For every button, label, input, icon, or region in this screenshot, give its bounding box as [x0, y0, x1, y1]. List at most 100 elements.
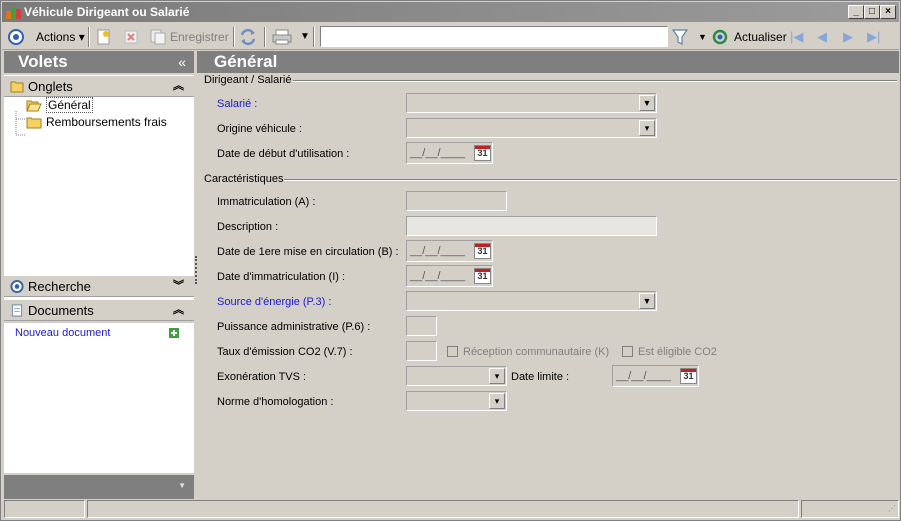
tree-item-label: Général: [46, 97, 93, 113]
status-cell: [87, 500, 799, 518]
last-record-icon[interactable]: ▶|: [867, 29, 880, 45]
resize-grip-icon[interactable]: ⋰: [888, 504, 896, 513]
date-text: __/__/____: [410, 270, 466, 282]
expand-chevron-icon[interactable]: ︾: [173, 276, 184, 297]
onglets-pane-header[interactable]: Onglets ︽: [4, 75, 194, 97]
close-button[interactable]: ×: [880, 5, 896, 19]
save-button[interactable]: Enregistrer: [170, 27, 229, 47]
maximize-button[interactable]: □: [864, 5, 880, 19]
double-chevron-down-icon[interactable]: ▼: [639, 95, 655, 111]
recherche-pane-header[interactable]: Recherche ︾: [4, 275, 194, 297]
date-limite-field[interactable]: __/__/____ 31: [612, 365, 699, 387]
minimize-button[interactable]: _: [848, 5, 864, 19]
description-input[interactable]: [406, 216, 657, 236]
label-immat: Immatriculation (A) :: [217, 196, 316, 208]
chevron-down-icon[interactable]: ▾: [639, 120, 655, 136]
filter-icon[interactable]: [672, 28, 688, 46]
toolbar-separator: [264, 27, 266, 47]
print-dropdown-arrow-icon[interactable]: ▼: [300, 27, 310, 47]
status-cell: [4, 500, 85, 518]
calendar-icon[interactable]: 31: [474, 145, 491, 161]
refresh-button[interactable]: Actualiser: [734, 27, 787, 47]
actions-label: Actions: [36, 30, 76, 44]
section-caracteristiques: Caractéristiques: [204, 173, 284, 185]
documents-area: Nouveau document: [4, 323, 194, 473]
origine-select[interactable]: ▾: [406, 118, 657, 138]
folder-icon: [26, 117, 42, 129]
puissance-input[interactable]: [406, 316, 437, 336]
label-salarie: Salarié :: [217, 98, 258, 110]
sync-icon[interactable]: [240, 28, 256, 46]
collapse-chevron-icon[interactable]: ︽: [173, 76, 184, 97]
section-divider: [293, 80, 897, 82]
calendar-icon[interactable]: 31: [474, 243, 491, 259]
date-text: __/__/____: [410, 245, 466, 257]
add-icon[interactable]: [169, 328, 179, 338]
label-puissance: Puissance administrative (P.6) :: [217, 321, 371, 333]
main-header: Général: [197, 51, 899, 73]
search-circle-icon: [10, 280, 24, 293]
label-taux: Taux d'émission CO2 (V.7) :: [217, 346, 353, 358]
toolbar-separator: [233, 27, 235, 47]
search-input[interactable]: [321, 27, 667, 46]
folder-icon: [10, 81, 24, 93]
actions-circle-icon[interactable]: [8, 29, 24, 45]
norme-select[interactable]: ▾: [406, 391, 507, 411]
collapse-chevron-icon[interactable]: ︽: [173, 300, 184, 321]
date-text: __/__/____: [616, 370, 672, 382]
documents-pane-header[interactable]: Documents ︽: [4, 299, 194, 321]
double-chevron-down-icon[interactable]: ▼: [639, 293, 655, 309]
checkbox-box[interactable]: [447, 345, 458, 357]
vertical-splitter-handle[interactable]: [195, 256, 197, 284]
onglets-label: Onglets: [28, 79, 73, 94]
delete-icon[interactable]: [124, 30, 138, 44]
tree-item-remboursements[interactable]: Remboursements frais: [26, 114, 167, 130]
print-icon[interactable]: [272, 29, 292, 45]
dropdown-arrow-icon: ▾: [75, 30, 85, 44]
toolbar-separator: [313, 27, 315, 47]
label-origine: Origine véhicule :: [217, 123, 302, 135]
eligible-label: Est éligible CO2: [638, 346, 717, 358]
toolbar-separator: [88, 27, 90, 47]
search-field[interactable]: [320, 26, 668, 47]
refresh-icon[interactable]: [712, 29, 728, 45]
document-icon: [11, 304, 23, 317]
left-panel: Volets « Onglets ︽ Général Remboursement…: [4, 51, 194, 499]
tree-item-label: Remboursements frais: [46, 115, 167, 129]
label-date-immat: Date d'immatriculation (I) :: [217, 271, 346, 283]
date-mise-field[interactable]: __/__/____ 31: [406, 240, 493, 262]
taux-co2-input[interactable]: [406, 341, 437, 361]
source-energie-select[interactable]: ▼: [406, 291, 657, 311]
exoneration-select[interactable]: ▾: [406, 366, 507, 386]
next-record-icon[interactable]: ▶: [843, 29, 853, 45]
calendar-icon[interactable]: 31: [474, 268, 491, 284]
filter-dropdown-arrow-icon[interactable]: ▼: [698, 27, 707, 47]
salarie-select[interactable]: ▼: [406, 93, 657, 113]
checkbox-box[interactable]: [622, 345, 633, 357]
calendar-icon[interactable]: 31: [680, 368, 697, 384]
save-icon[interactable]: [150, 29, 166, 45]
recherche-label: Recherche: [28, 279, 91, 294]
date-debut-field[interactable]: __/__/____ 31: [406, 142, 493, 164]
new-document-link[interactable]: Nouveau document: [15, 327, 110, 339]
section-divider: [284, 179, 897, 181]
label-date-mise: Date de 1ere mise en circulation (B) :: [217, 246, 399, 258]
date-immat-field[interactable]: __/__/____ 31: [406, 265, 493, 287]
chevron-down-icon[interactable]: ▾: [489, 393, 505, 409]
label-date-debut: Date de début d'utilisation :: [217, 148, 350, 160]
immatriculation-input[interactable]: [406, 191, 507, 211]
open-folder-icon: [26, 100, 42, 112]
eligible-checkbox[interactable]: Est éligible CO2: [622, 345, 717, 359]
first-record-icon[interactable]: |◀: [790, 29, 803, 45]
chevron-down-icon[interactable]: ▾: [489, 368, 505, 384]
tree-item-general[interactable]: Général: [26, 97, 93, 113]
reception-checkbox[interactable]: Réception communautaire (K): [447, 345, 609, 359]
app-window: Véhicule Dirigeant ou Salarié _ □ × Acti…: [0, 0, 901, 521]
section-dirigeant: Dirigeant / Salarié: [204, 74, 292, 86]
new-document-icon[interactable]: [97, 29, 111, 45]
app-icon: [6, 7, 21, 19]
actions-menu[interactable]: Actions ▾: [36, 27, 85, 47]
collapse-panel-icon[interactable]: «: [178, 51, 186, 73]
footer-dropdown-arrow-icon[interactable]: ▼: [178, 481, 186, 490]
previous-record-icon[interactable]: ◀: [817, 29, 827, 45]
